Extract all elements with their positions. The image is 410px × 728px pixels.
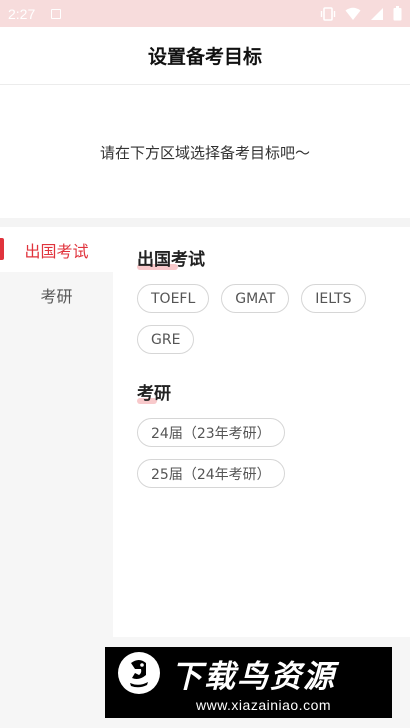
app-header: 设置备考目标 bbox=[0, 27, 410, 85]
battery-icon bbox=[393, 6, 402, 21]
tag-class-of-25[interactable]: 25届（24年考研） bbox=[137, 459, 285, 488]
watermark-url: www.xiazainiao.com bbox=[195, 697, 332, 713]
signal-icon bbox=[371, 7, 383, 20]
tag-group-study-abroad: TOEFL GMAT IELTS GRE bbox=[137, 284, 397, 354]
tag-toefl[interactable]: TOEFL bbox=[137, 284, 210, 313]
watermark-title: 下载鸟资源 bbox=[171, 658, 336, 695]
goal-content: 出国考试 TOEFL GMAT IELTS GRE 考研 24届（23年考研） … bbox=[113, 227, 410, 637]
notification-icon bbox=[51, 8, 62, 19]
sidebar-item-label: 考研 bbox=[40, 286, 73, 306]
status-time: 2:27 bbox=[8, 5, 36, 22]
active-indicator bbox=[0, 238, 4, 260]
divider-band bbox=[0, 218, 410, 227]
tag-class-of-24[interactable]: 24届（23年考研） bbox=[137, 418, 285, 447]
tag-group-postgrad: 24届（23年考研） 25届（24年考研） bbox=[137, 418, 397, 488]
tag-ielts[interactable]: IELTS bbox=[301, 284, 366, 313]
intro-panel: 请在下方区域选择备考目标吧～ bbox=[0, 86, 410, 218]
watermark-banner: 下载鸟资源 www.xiazainiao.com bbox=[105, 647, 392, 718]
tag-gmat[interactable]: GMAT bbox=[221, 284, 290, 313]
category-sidebar: 出国考试 考研 bbox=[0, 227, 113, 728]
sidebar-item-postgrad[interactable]: 考研 bbox=[0, 272, 113, 317]
section-title-postgrad: 考研 bbox=[137, 384, 171, 404]
sidebar-item-label: 出国考试 bbox=[24, 241, 89, 261]
vibrate-icon bbox=[320, 6, 336, 21]
wifi-icon bbox=[345, 7, 361, 20]
intro-text: 请在下方区域选择备考目标吧～ bbox=[99, 143, 310, 162]
bird-logo-icon bbox=[118, 652, 160, 694]
section-title-study-abroad: 出国考试 bbox=[137, 250, 205, 270]
status-icons bbox=[320, 6, 402, 21]
page-title: 设置备考目标 bbox=[147, 46, 262, 68]
sidebar-item-study-abroad[interactable]: 出国考试 bbox=[0, 227, 113, 272]
tag-gre[interactable]: GRE bbox=[137, 325, 195, 354]
status-bar: 2:27 bbox=[0, 0, 410, 27]
